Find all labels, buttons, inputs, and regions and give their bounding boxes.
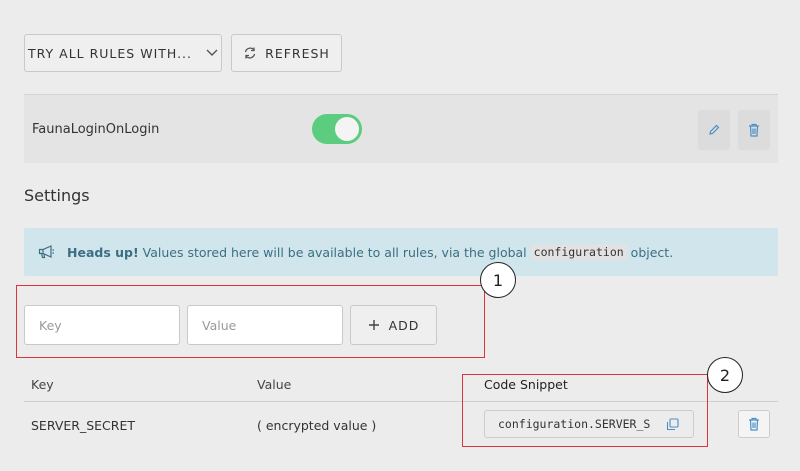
- column-header-value: Value: [257, 377, 292, 392]
- toggle-knob: [335, 117, 359, 141]
- refresh-button[interactable]: REFRESH: [231, 34, 342, 72]
- annotation-marker-1: 1: [480, 262, 516, 298]
- add-button[interactable]: ADD: [350, 305, 437, 345]
- plus-icon: [368, 320, 379, 330]
- annotation-marker-2: 2: [707, 357, 743, 393]
- settings-title: Settings: [24, 186, 90, 205]
- annotation-box-2: [462, 374, 708, 447]
- trash-icon: [749, 417, 759, 431]
- delete-rule-button[interactable]: [738, 110, 770, 150]
- rule-name: FaunaLoginOnLogin: [32, 122, 160, 137]
- rule-row: FaunaLoginOnLogin: [24, 94, 778, 163]
- refresh-label: REFRESH: [265, 45, 330, 61]
- pencil-icon: [709, 124, 720, 135]
- notice-tail: object.: [630, 244, 674, 260]
- row-key: SERVER_SECRET: [31, 418, 135, 433]
- heads-up-notice: Heads up! Values stored here will be ava…: [24, 228, 778, 276]
- delete-setting-button[interactable]: [738, 410, 770, 438]
- try-all-rules-dropdown[interactable]: TRY ALL RULES WITH...: [24, 34, 222, 72]
- notice-code: configuration: [530, 244, 627, 260]
- key-input[interactable]: Key: [24, 305, 180, 345]
- add-label: ADD: [388, 317, 420, 333]
- rule-enabled-toggle[interactable]: [312, 114, 362, 144]
- edit-rule-button[interactable]: [698, 110, 730, 150]
- row-value: ( encrypted value ): [257, 418, 377, 433]
- try-all-rules-label: TRY ALL RULES WITH...: [28, 45, 192, 61]
- refresh-icon: [245, 47, 256, 59]
- chevron-down-icon: [206, 49, 218, 56]
- megaphone-icon: [38, 245, 54, 259]
- trash-icon: [749, 123, 759, 137]
- column-header-key: Key: [31, 377, 54, 392]
- notice-text: Values stored here will be available to …: [142, 244, 527, 260]
- notice-bold: Heads up!: [67, 244, 139, 260]
- value-input[interactable]: Value: [187, 305, 343, 345]
